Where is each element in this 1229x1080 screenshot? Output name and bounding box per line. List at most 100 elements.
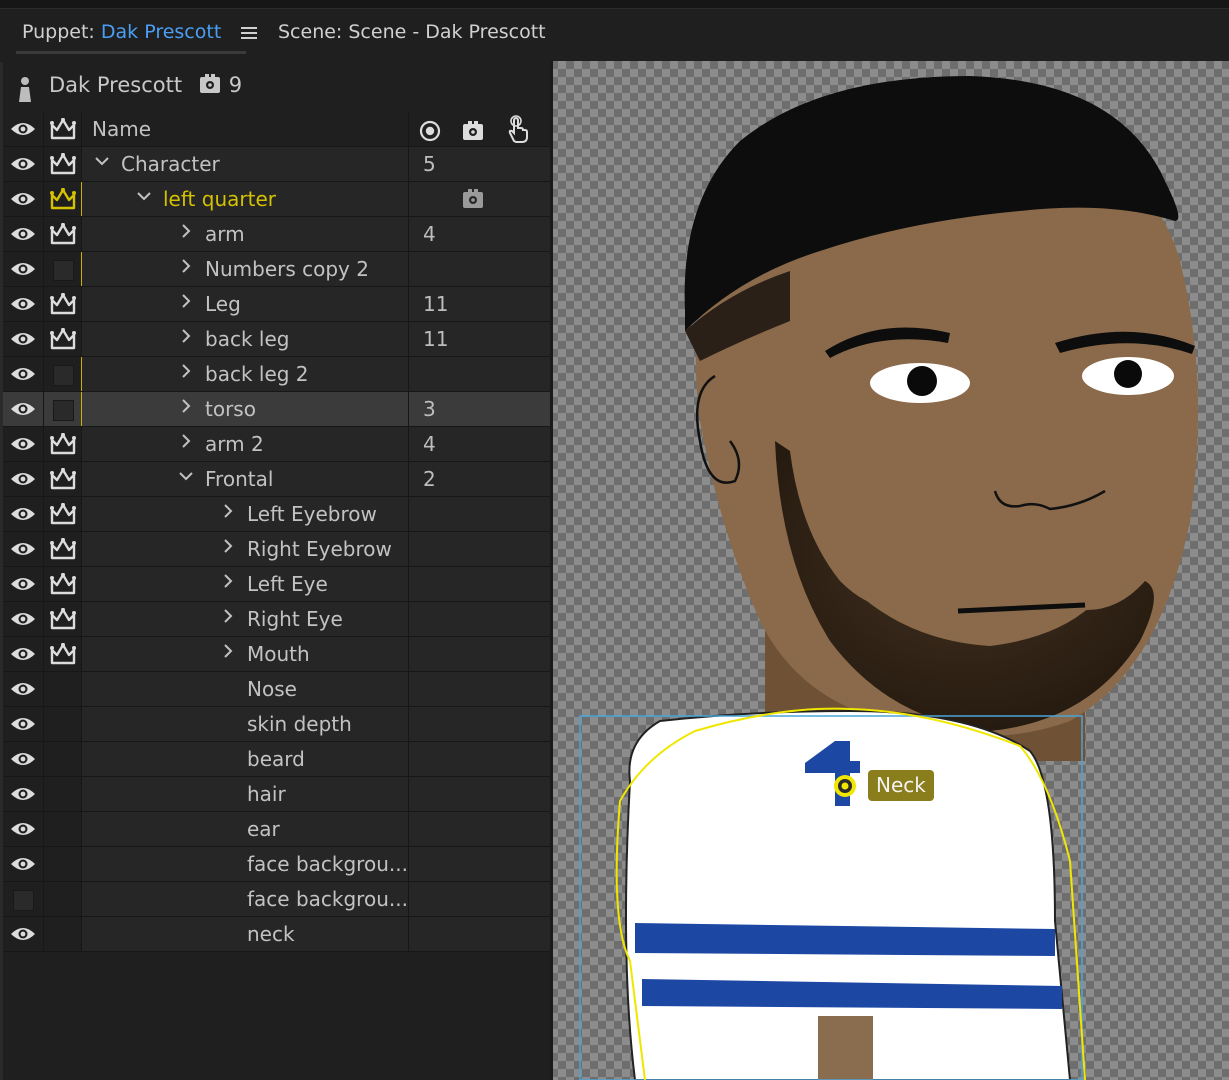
independence-column-header[interactable]	[44, 112, 82, 146]
layer-row[interactable]: skin depth	[3, 707, 550, 742]
independence-toggle[interactable]	[44, 427, 82, 461]
layer-name-cell[interactable]: beard	[82, 742, 409, 776]
independence-toggle[interactable]	[44, 742, 82, 776]
layer-name-cell[interactable]: left quarter	[82, 182, 409, 216]
layer-name-cell[interactable]: back leg 2	[82, 357, 409, 391]
layer-name-cell[interactable]: Mouth	[82, 637, 409, 671]
independence-toggle[interactable]	[44, 917, 82, 951]
layer-name-cell[interactable]: Frontal	[82, 462, 409, 496]
visibility-toggle[interactable]	[3, 567, 44, 601]
independence-toggle[interactable]	[44, 357, 83, 391]
chevron-right-icon[interactable]	[220, 608, 236, 629]
independence-toggle[interactable]	[44, 147, 82, 181]
chevron-right-icon[interactable]	[178, 433, 194, 454]
independence-toggle[interactable]	[44, 847, 82, 881]
layer-name-cell[interactable]: Leg	[82, 287, 409, 321]
layer-row[interactable]: arm 2 4	[3, 427, 550, 462]
independence-toggle[interactable]	[44, 707, 82, 741]
layer-name-cell[interactable]: Nose	[82, 672, 409, 706]
visibility-toggle[interactable]	[3, 357, 44, 391]
layer-name-cell[interactable]: Left Eye	[82, 567, 409, 601]
visibility-column-header[interactable]	[3, 112, 44, 146]
independence-toggle[interactable]	[44, 182, 83, 216]
layer-row[interactable]: Left Eyebrow	[3, 497, 550, 532]
visibility-toggle[interactable]	[3, 917, 44, 951]
independence-toggle[interactable]	[44, 602, 82, 636]
visibility-toggle[interactable]	[3, 847, 44, 881]
layer-name-cell[interactable]: face backgrou...	[82, 847, 409, 881]
layer-row[interactable]: Left Eye	[3, 567, 550, 602]
chevron-right-icon[interactable]	[220, 573, 236, 594]
chevron-right-icon[interactable]	[178, 258, 194, 279]
chevron-right-icon[interactable]	[178, 293, 194, 314]
layer-name-cell[interactable]: back leg	[82, 322, 409, 356]
chevron-right-icon[interactable]	[178, 398, 194, 419]
tab-scene[interactable]: Scene: Scene - Dak Prescott	[278, 21, 546, 43]
layer-row[interactable]: back leg 11	[3, 322, 550, 357]
independence-toggle[interactable]	[44, 287, 82, 321]
chevron-down-icon[interactable]	[136, 188, 152, 209]
independence-toggle[interactable]	[44, 497, 82, 531]
chevron-right-icon[interactable]	[220, 643, 236, 664]
tab-puppet[interactable]: Puppet: Dak Prescott	[22, 21, 258, 43]
independence-toggle[interactable]	[44, 672, 82, 706]
layer-name-cell[interactable]: face backgrou...	[82, 882, 409, 916]
visibility-toggle[interactable]	[3, 707, 44, 741]
layer-row[interactable]: Numbers copy 2	[3, 252, 550, 287]
visibility-toggle[interactable]	[3, 602, 44, 636]
visibility-toggle[interactable]	[3, 497, 44, 531]
layer-row[interactable]: torso 3	[3, 392, 550, 427]
layer-row[interactable]: Right Eye	[3, 602, 550, 637]
layer-row[interactable]: face backgrou...	[3, 847, 550, 882]
visibility-toggle[interactable]	[3, 322, 44, 356]
layer-name-cell[interactable]: arm	[82, 217, 409, 251]
independence-toggle[interactable]	[44, 882, 82, 916]
layer-name-cell[interactable]: Numbers copy 2	[82, 252, 409, 286]
layer-row[interactable]: Nose	[3, 672, 550, 707]
layer-name-cell[interactable]: hair	[82, 777, 409, 811]
chevron-right-icon[interactable]	[178, 328, 194, 349]
independence-toggle[interactable]	[44, 812, 82, 846]
layer-row[interactable]: Mouth	[3, 637, 550, 672]
visibility-toggle[interactable]	[3, 147, 44, 181]
behavior-column-icon[interactable]	[461, 119, 485, 143]
visibility-toggle[interactable]	[3, 637, 44, 671]
independence-toggle[interactable]	[44, 322, 82, 356]
visibility-toggle[interactable]	[3, 427, 44, 461]
panel-menu-icon[interactable]	[241, 24, 258, 42]
name-column-header[interactable]: Name	[82, 112, 409, 146]
visibility-toggle[interactable]	[3, 742, 44, 776]
layer-row[interactable]: back leg 2	[3, 357, 550, 392]
independence-toggle[interactable]	[44, 392, 83, 426]
independence-toggle[interactable]	[44, 462, 82, 496]
layer-name-cell[interactable]: arm 2	[82, 427, 409, 461]
layer-row[interactable]: beard	[3, 742, 550, 777]
layer-row[interactable]: Frontal 2	[3, 462, 550, 497]
layer-row[interactable]: neck	[3, 917, 550, 952]
visibility-toggle[interactable]	[3, 217, 44, 251]
visibility-toggle[interactable]	[3, 532, 44, 566]
layer-name-cell[interactable]: torso	[82, 392, 409, 426]
visibility-toggle[interactable]	[3, 812, 44, 846]
independence-toggle[interactable]	[44, 532, 82, 566]
handle-icon[interactable]	[419, 120, 441, 142]
visibility-toggle[interactable]	[3, 392, 44, 426]
visibility-toggle[interactable]	[3, 182, 44, 216]
chevron-right-icon[interactable]	[220, 503, 236, 524]
visibility-toggle[interactable]	[3, 882, 44, 916]
layer-name-cell[interactable]: Left Eyebrow	[82, 497, 409, 531]
layer-row[interactable]: Right Eyebrow	[3, 532, 550, 567]
visibility-toggle[interactable]	[3, 287, 44, 321]
layer-name-cell[interactable]: Character	[82, 147, 409, 181]
layer-row[interactable]: face backgrou...	[3, 882, 550, 917]
layer-name-cell[interactable]: neck	[82, 917, 409, 951]
visibility-toggle[interactable]	[3, 462, 44, 496]
layer-row[interactable]: arm 4	[3, 217, 550, 252]
chevron-right-icon[interactable]	[220, 538, 236, 559]
layer-name-cell[interactable]: skin depth	[82, 707, 409, 741]
layer-name-cell[interactable]: ear	[82, 812, 409, 846]
layer-row[interactable]: ear	[3, 812, 550, 847]
chevron-down-icon[interactable]	[94, 153, 110, 174]
trigger-hand-icon[interactable]	[505, 115, 531, 145]
independence-toggle[interactable]	[44, 567, 82, 601]
